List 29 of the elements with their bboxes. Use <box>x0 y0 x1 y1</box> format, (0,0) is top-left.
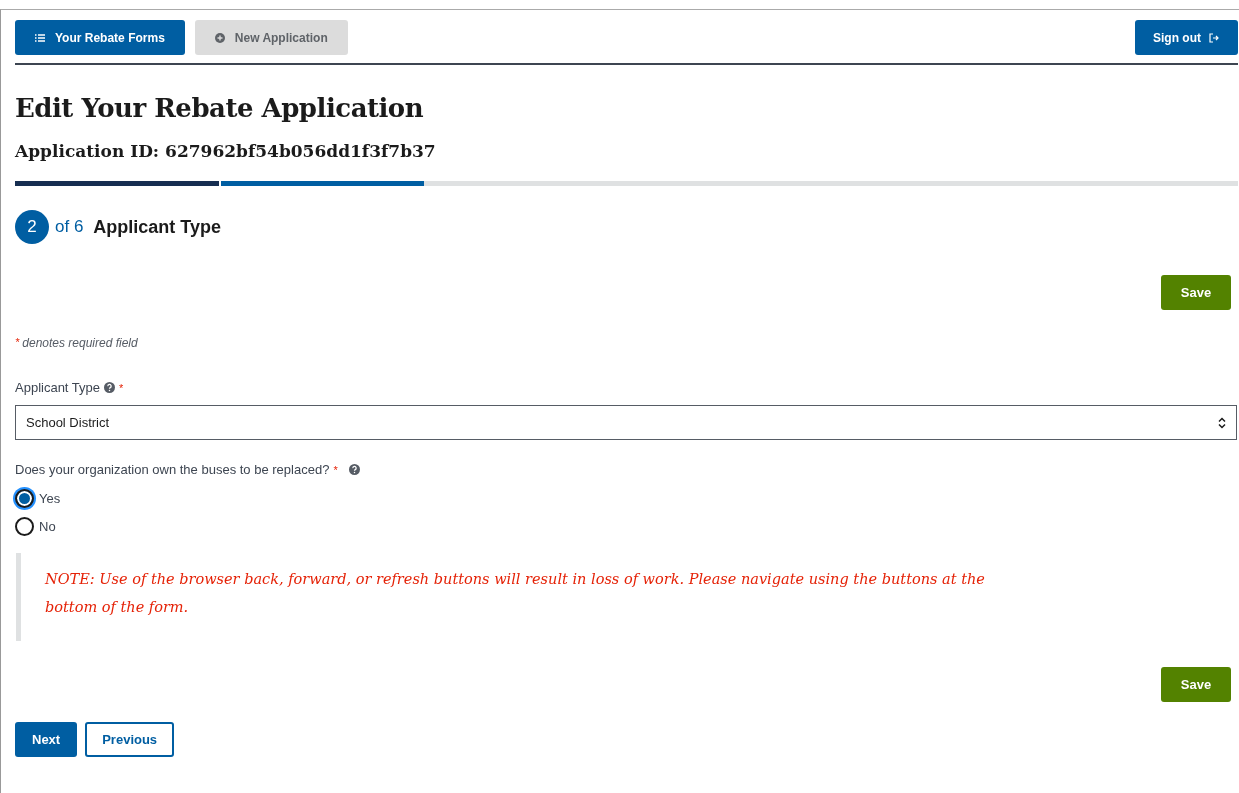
next-button[interactable]: Next <box>15 722 78 757</box>
list-icon <box>35 33 45 42</box>
required-mark: * <box>15 336 20 350</box>
step-number: 2 <box>15 210 49 244</box>
plus-circle-icon <box>214 32 225 43</box>
warning-note: NOTE: Use of the browser back, forward, or refresh buttons will result in loss of work. Please navigate using the buttons at the bottom of the form. <box>16 553 1238 641</box>
radio-button[interactable] <box>15 489 34 508</box>
radio-button[interactable] <box>15 517 34 536</box>
radio-label[interactable]: No <box>39 519 56 534</box>
question-label: Does your organization own the buses to be replaced? <box>15 462 330 477</box>
radio-label[interactable]: Yes <box>39 491 61 506</box>
save-button[interactable]: Save <box>1161 667 1231 702</box>
required-note: denotes required field <box>22 336 138 350</box>
help-icon[interactable] <box>349 464 361 475</box>
help-icon[interactable] <box>104 382 116 393</box>
step-total: of 6 <box>55 217 84 237</box>
save-button[interactable]: Save <box>1161 275 1231 310</box>
sign-out-button[interactable]: Sign out <box>1135 20 1238 55</box>
application-id: Application ID: 627962bf54b056dd1f3f7b37 <box>15 141 437 161</box>
field-label: Applicant Type <box>15 380 101 395</box>
nav-button[interactable]: Your Rebate Forms <box>15 20 185 55</box>
page-title: Edit Your Rebate Application <box>15 93 425 123</box>
previous-button[interactable]: Previous <box>85 722 175 757</box>
sort-arrows-icon <box>1218 416 1226 429</box>
required-mark: * <box>119 381 124 394</box>
sign-out-icon <box>1209 32 1220 43</box>
step-title: Applicant Type <box>93 216 222 238</box>
applicant-type-select[interactable]: School District <box>15 405 1237 440</box>
required-mark: * <box>333 463 338 476</box>
